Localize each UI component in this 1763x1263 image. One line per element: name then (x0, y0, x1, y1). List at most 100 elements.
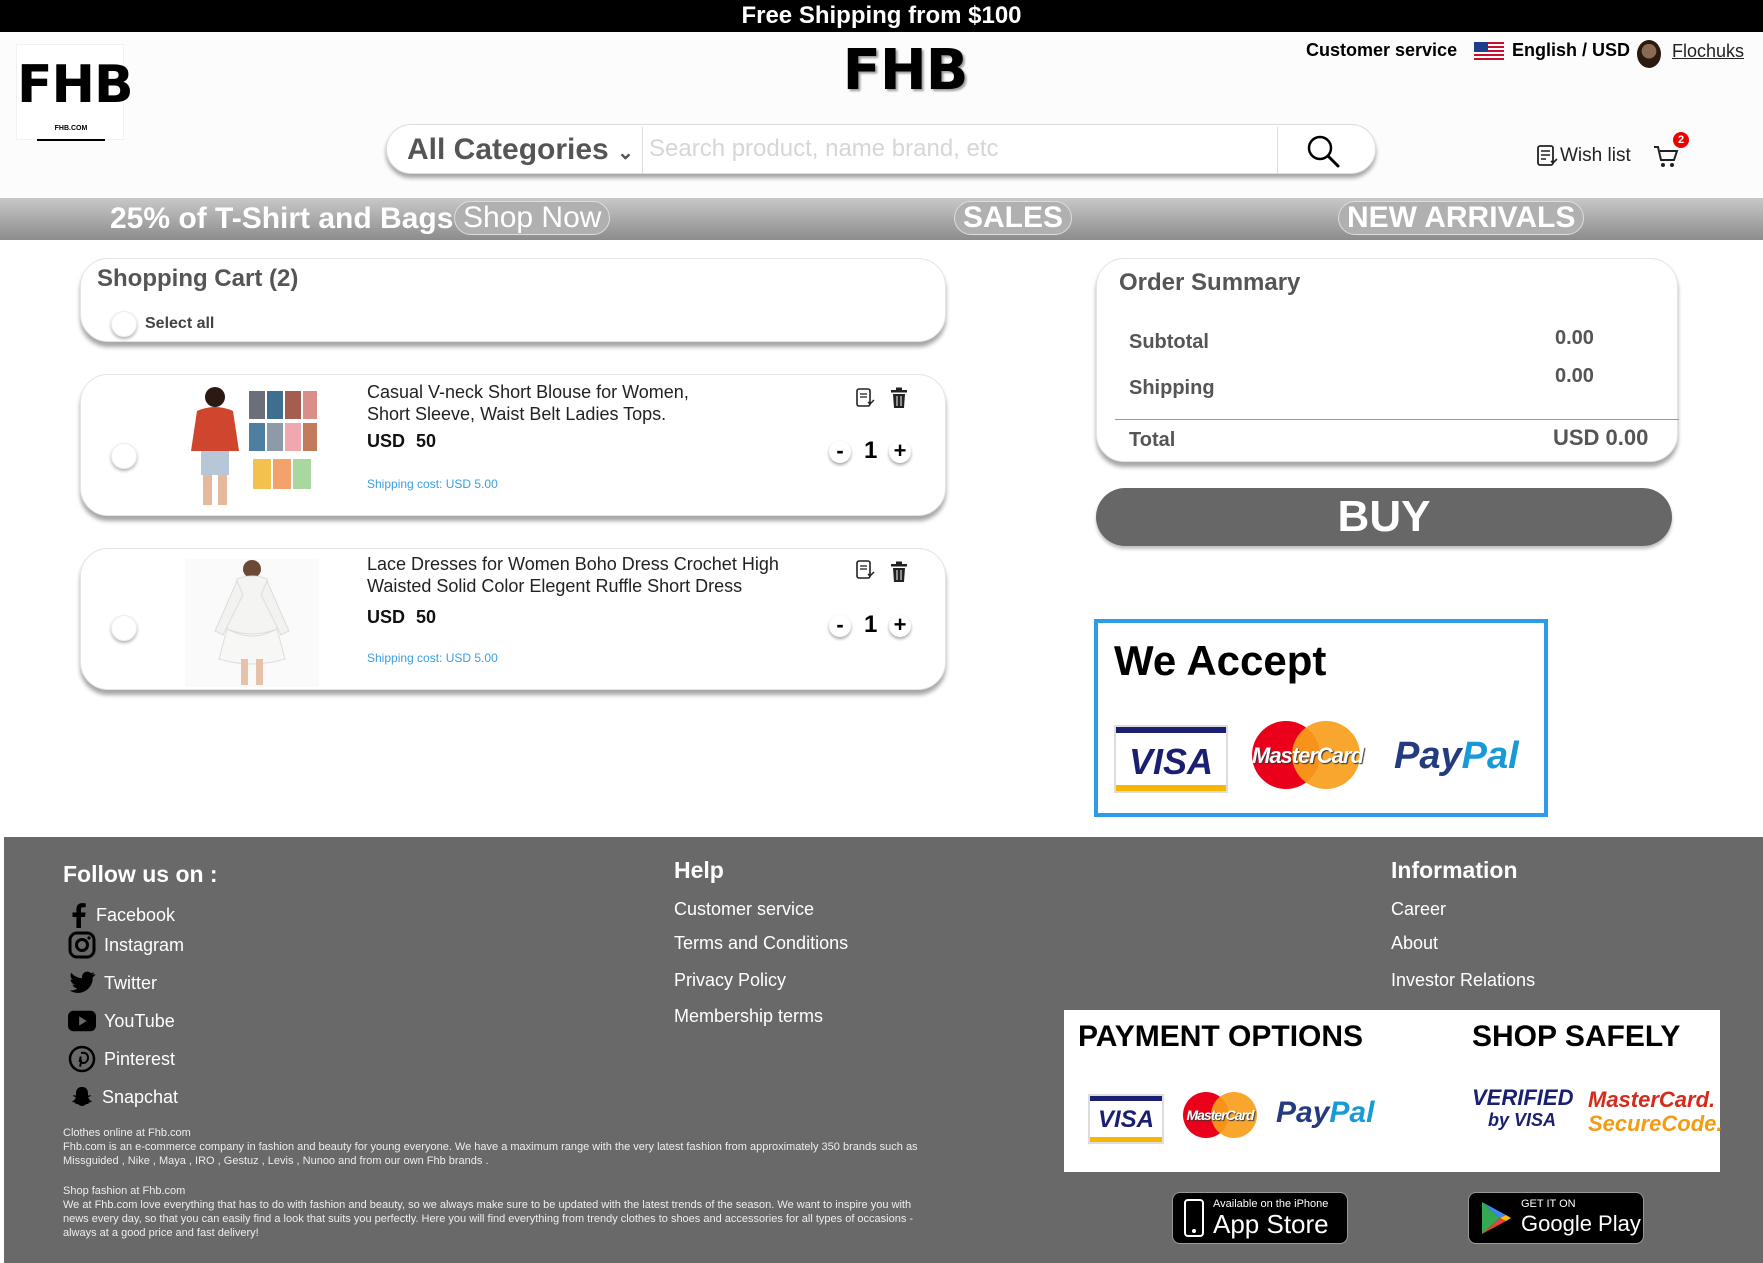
increase-qty-button[interactable]: + (889, 440, 911, 463)
social-instagram[interactable]: Instagram (68, 931, 184, 959)
delete-icon[interactable] (889, 561, 909, 583)
app-store-button[interactable]: Available on the iPhone App Store (1172, 1192, 1348, 1244)
search-icon[interactable] (1305, 133, 1341, 169)
info-link-investor-relations[interactable]: Investor Relations (1391, 970, 1535, 991)
subtotal-label: Subtotal (1129, 331, 1209, 353)
shop-now-button[interactable]: Shop Now (454, 201, 611, 235)
language-currency-selector[interactable]: English / USD (1512, 40, 1630, 61)
visa-stripe (1116, 784, 1226, 791)
product-image[interactable] (185, 559, 319, 687)
visa-logo: VISA (1114, 725, 1228, 793)
select-all-radio[interactable] (111, 311, 137, 337)
cart-count-badge: 2 (1673, 132, 1689, 148)
wishlist-link[interactable]: Wish list (1536, 144, 1631, 168)
search-input[interactable] (649, 129, 1249, 169)
help-link-customer-service[interactable]: Customer service (674, 899, 814, 920)
divider (642, 127, 643, 173)
select-all-label[interactable]: Select all (145, 315, 214, 333)
add-to-wishlist-icon[interactable] (855, 559, 875, 581)
sales-link[interactable]: SALES (954, 201, 1073, 235)
cart-item: Lace Dresses for Women Boho Dress Croche… (80, 548, 946, 690)
site-logo[interactable]: FHB FHB.COM (16, 44, 134, 141)
cart-icon[interactable] (1652, 144, 1680, 170)
visa-text: VISA (1128, 741, 1214, 782)
social-pinterest[interactable]: Pinterest (68, 1045, 175, 1073)
add-to-wishlist-icon[interactable] (855, 387, 875, 409)
mastercard-securecode-logo: MasterCard. SecureCode. (1588, 1088, 1723, 1136)
promo-bar: 25% of T-Shirt and Bags Shop Now SALES N… (0, 198, 1763, 240)
mastercard-logo: MasterCard (1252, 721, 1364, 791)
google-play-small: GET IT ON (1521, 1198, 1576, 1210)
app-store-large: App Store (1213, 1209, 1329, 1239)
subtotal-value: 0.00 (1555, 327, 1594, 349)
paypal-text-pay: Pay (1276, 1096, 1330, 1129)
paypal-text-pal: Pal (1329, 1096, 1375, 1129)
twitter-icon (68, 969, 96, 997)
social-snapchat[interactable]: Snapchat (70, 1083, 178, 1111)
delete-icon[interactable] (889, 387, 909, 409)
category-dropdown[interactable]: All Categories ⌄ (407, 133, 634, 167)
visa-stripe (1090, 1096, 1162, 1101)
decrease-qty-button[interactable]: - (829, 614, 851, 637)
quantity-value: 1 (864, 437, 878, 464)
quantity-value: 1 (864, 611, 878, 638)
about-fhb-text: Clothes online at Fhb.com Fhb.com is an … (63, 1126, 1023, 1168)
free-shipping-banner: Free Shipping from $100 (0, 0, 1763, 32)
help-link-privacy[interactable]: Privacy Policy (674, 970, 786, 991)
item-select-radio[interactable] (111, 615, 137, 641)
securecode-line: MasterCard. (1588, 1087, 1716, 1112)
help-heading: Help (674, 857, 724, 883)
customer-service-link[interactable]: Customer service (1306, 40, 1457, 61)
info-link-career[interactable]: Career (1391, 899, 1446, 920)
product-name[interactable]: Lace Dresses for Women Boho Dress Croche… (367, 553, 787, 597)
social-youtube[interactable]: YouTube (68, 1007, 175, 1035)
youtube-icon (68, 1007, 96, 1035)
center-logo[interactable]: FHB (820, 38, 990, 108)
by-visa-text: by VISA (1487, 1110, 1557, 1130)
total-label: Total (1129, 429, 1176, 451)
logo-subtext: FHB.COM (54, 125, 88, 132)
about-title: Shop fashion at Fhb.com (63, 1185, 186, 1197)
product-name-line: Waisted Solid Color Elegent Ruffle Short… (367, 576, 743, 596)
product-price: USD 50 (367, 607, 437, 627)
social-facebook[interactable]: Facebook (70, 901, 175, 929)
about-title: Clothes online at Fhb.com (63, 1127, 191, 1139)
info-link-about[interactable]: About (1391, 933, 1438, 954)
product-name[interactable]: Casual V-neck Short Blouse for Women, Sh… (367, 381, 787, 425)
decrease-qty-button[interactable]: - (829, 440, 851, 463)
username-link[interactable]: Flochuks (1672, 41, 1744, 62)
buy-button[interactable]: BUY (1096, 488, 1672, 546)
help-link-terms[interactable]: Terms and Conditions (674, 933, 848, 954)
about-line: news every day, so that you can easily f… (63, 1213, 914, 1225)
social-label: Facebook (96, 904, 176, 925)
cart-item: Casual V-neck Short Blouse for Women, Sh… (80, 374, 946, 516)
social-twitter[interactable]: Twitter (68, 969, 157, 997)
social-label: Snapchat (102, 1086, 179, 1107)
cart-title: Shopping Cart (2) (97, 265, 299, 292)
product-name-line: Short Sleeve, Waist Belt Ladies Tops. (367, 404, 667, 424)
verified-text: VERIFIED (1472, 1085, 1574, 1110)
about-line: Missguided , Nike , Maya , IRO , Gestuz … (63, 1155, 489, 1167)
new-arrivals-link[interactable]: NEW ARRIVALS (1338, 201, 1585, 235)
paypal-logo: PayPal (1276, 1096, 1374, 1130)
google-play-large: Google Play (1521, 1211, 1641, 1236)
google-play-button[interactable]: GET IT ON Google Play (1468, 1192, 1644, 1244)
avatar[interactable] (1637, 40, 1661, 68)
logo-underline (37, 139, 105, 141)
product-image[interactable] (185, 383, 319, 511)
we-accept-box: We Accept VISA MasterCard PayPal (1094, 619, 1548, 817)
shop-safely-title: SHOP SAFELY (1472, 1020, 1681, 1053)
item-select-radio[interactable] (111, 443, 137, 469)
instagram-icon (68, 931, 96, 959)
help-link-membership[interactable]: Membership terms (674, 1006, 823, 1027)
order-summary-title: Order Summary (1119, 269, 1301, 296)
logo-text: FHB (17, 55, 134, 115)
increase-qty-button[interactable]: + (889, 614, 911, 637)
about-line: We at Fhb.com love everything that has t… (63, 1199, 912, 1211)
shipping-cost: Shipping cost: USD 5.00 (367, 651, 498, 665)
cart-header-card: Shopping Cart (2) Select all (80, 258, 946, 342)
promo-text: 25% of T-Shirt and Bags (110, 202, 454, 235)
pinterest-icon (68, 1045, 96, 1073)
shipping-cost: Shipping cost: USD 5.00 (367, 477, 498, 491)
facebook-icon (70, 901, 88, 929)
